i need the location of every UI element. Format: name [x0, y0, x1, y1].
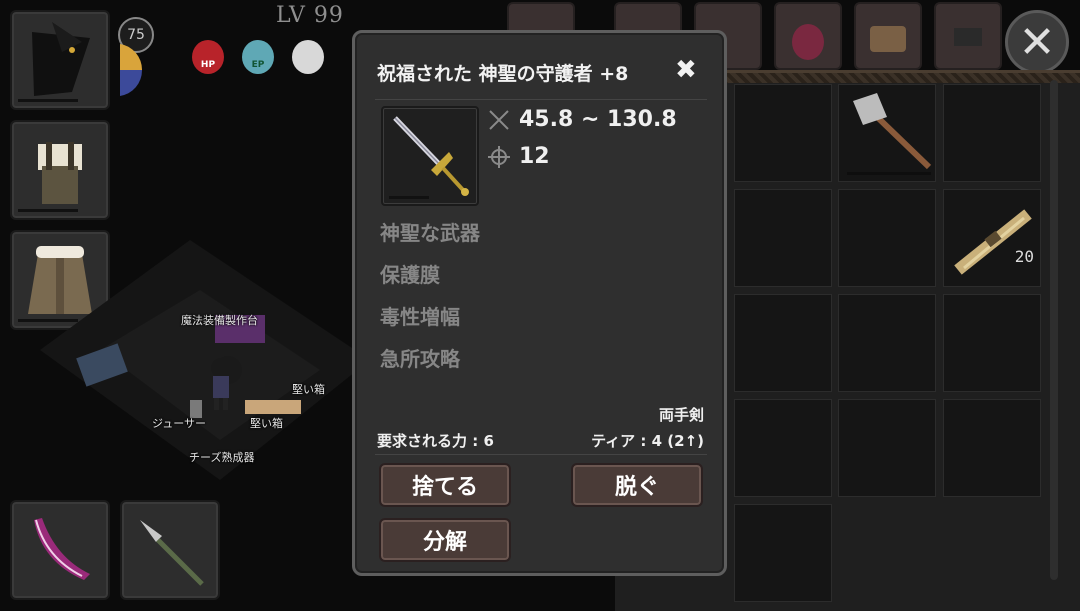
unequip-button[interactable]: 脱ぐ — [571, 463, 703, 507]
map-label-juicer[interactable]: ジューサー — [152, 415, 206, 431]
map-label-cheese-aging[interactable]: チーズ熟成器 — [189, 449, 254, 465]
pet-icon — [954, 28, 982, 46]
discard-button[interactable]: 捨てる — [379, 463, 511, 507]
enchant-barrier: 保護膜 — [380, 263, 440, 287]
action-divider — [375, 454, 707, 455]
item-detail-popup: 祝福された 神聖の守護者 +8 ✖ 45.8 ~ 130.8 12 神聖な武器 … — [352, 30, 727, 576]
disassemble-button[interactable]: 分解 — [379, 518, 511, 562]
accuracy-value: 12 — [519, 144, 550, 169]
weapon-type: 両手剣 — [658, 406, 704, 424]
overalls-icon — [38, 142, 82, 204]
crosshair-icon — [488, 145, 510, 168]
close-icon: ✕ — [1018, 16, 1056, 68]
inventory-cell-grass[interactable]: 20 — [943, 189, 1041, 287]
inventory-cell[interactable] — [734, 189, 832, 287]
equip-slot-hat[interactable] — [10, 10, 110, 110]
grass-bundle-icon — [954, 209, 1032, 275]
popup-close-icon[interactable]: ✖ — [675, 55, 697, 85]
title-divider — [375, 99, 707, 100]
enchant-holy-weapon: 神聖な武器 — [380, 221, 480, 245]
inventory-cell[interactable] — [734, 504, 832, 602]
inventory-cell[interactable] — [734, 294, 832, 392]
hp-label: HP — [200, 60, 216, 70]
inventory-cell-axe[interactable] — [838, 84, 936, 182]
tab-bag-6[interactable] — [934, 2, 1002, 70]
item-tier: ティア : 4 (2↑) — [591, 432, 704, 450]
hunger-orb — [292, 40, 324, 74]
equip-slot-weapon-left[interactable] — [10, 500, 110, 600]
status-dial-icon — [120, 44, 143, 96]
inventory-cell[interactable] — [943, 399, 1041, 497]
crossed-swords-icon — [489, 109, 509, 130]
inventory-cell[interactable] — [943, 294, 1041, 392]
damage-value: 45.8 ~ 130.8 — [519, 107, 677, 132]
item-name: 祝福された 神聖の守護者 +8 — [377, 63, 629, 85]
enchant-toxic-boost: 毒性増幅 — [380, 305, 460, 329]
tab-bag-5[interactable] — [854, 2, 922, 70]
required-strength: 要求される力 : 6 — [377, 432, 494, 450]
accuracy-stat: 12 — [487, 144, 550, 169]
witch-hat-icon — [32, 22, 90, 96]
spear-icon — [140, 520, 204, 586]
inventory-cell[interactable] — [734, 84, 832, 182]
enchant-weak-point: 急所攻略 — [380, 347, 460, 371]
player-character[interactable] — [204, 356, 238, 412]
inventory-cell[interactable] — [943, 84, 1041, 182]
map-label-sturdy-box-2[interactable]: 堅い箱 — [250, 415, 283, 431]
pouch-icon — [792, 24, 824, 60]
map-label-sturdy-box-1[interactable]: 堅い箱 — [292, 381, 325, 397]
inventory-cell[interactable] — [734, 399, 832, 497]
inventory-cell[interactable] — [838, 294, 936, 392]
ep-label: EP — [251, 60, 265, 70]
inventory-scrollbar[interactable] — [1050, 80, 1058, 580]
tab-bag-4[interactable] — [774, 2, 842, 70]
ep-orb: EP — [242, 40, 274, 74]
hp-orb: HP — [192, 40, 224, 74]
item-image — [381, 106, 479, 206]
grass-count: 20 — [1014, 247, 1034, 266]
equip-slot-weapon-right[interactable] — [120, 500, 220, 600]
scimitar-icon — [34, 518, 90, 580]
satchel-icon — [870, 26, 906, 52]
damage-stat: 45.8 ~ 130.8 — [487, 107, 677, 132]
durability-bar — [389, 196, 429, 199]
player-level: LV 99 — [276, 3, 344, 28]
inventory-cell[interactable] — [838, 189, 936, 287]
close-button[interactable]: ✕ — [1005, 10, 1069, 74]
inventory-cell[interactable] — [838, 399, 936, 497]
map-label-crafting-table[interactable]: 魔法装備製作台 — [181, 312, 258, 328]
holy-sword-icon — [393, 116, 469, 196]
axe-icon — [853, 93, 932, 170]
equip-slot-top[interactable] — [10, 120, 110, 220]
